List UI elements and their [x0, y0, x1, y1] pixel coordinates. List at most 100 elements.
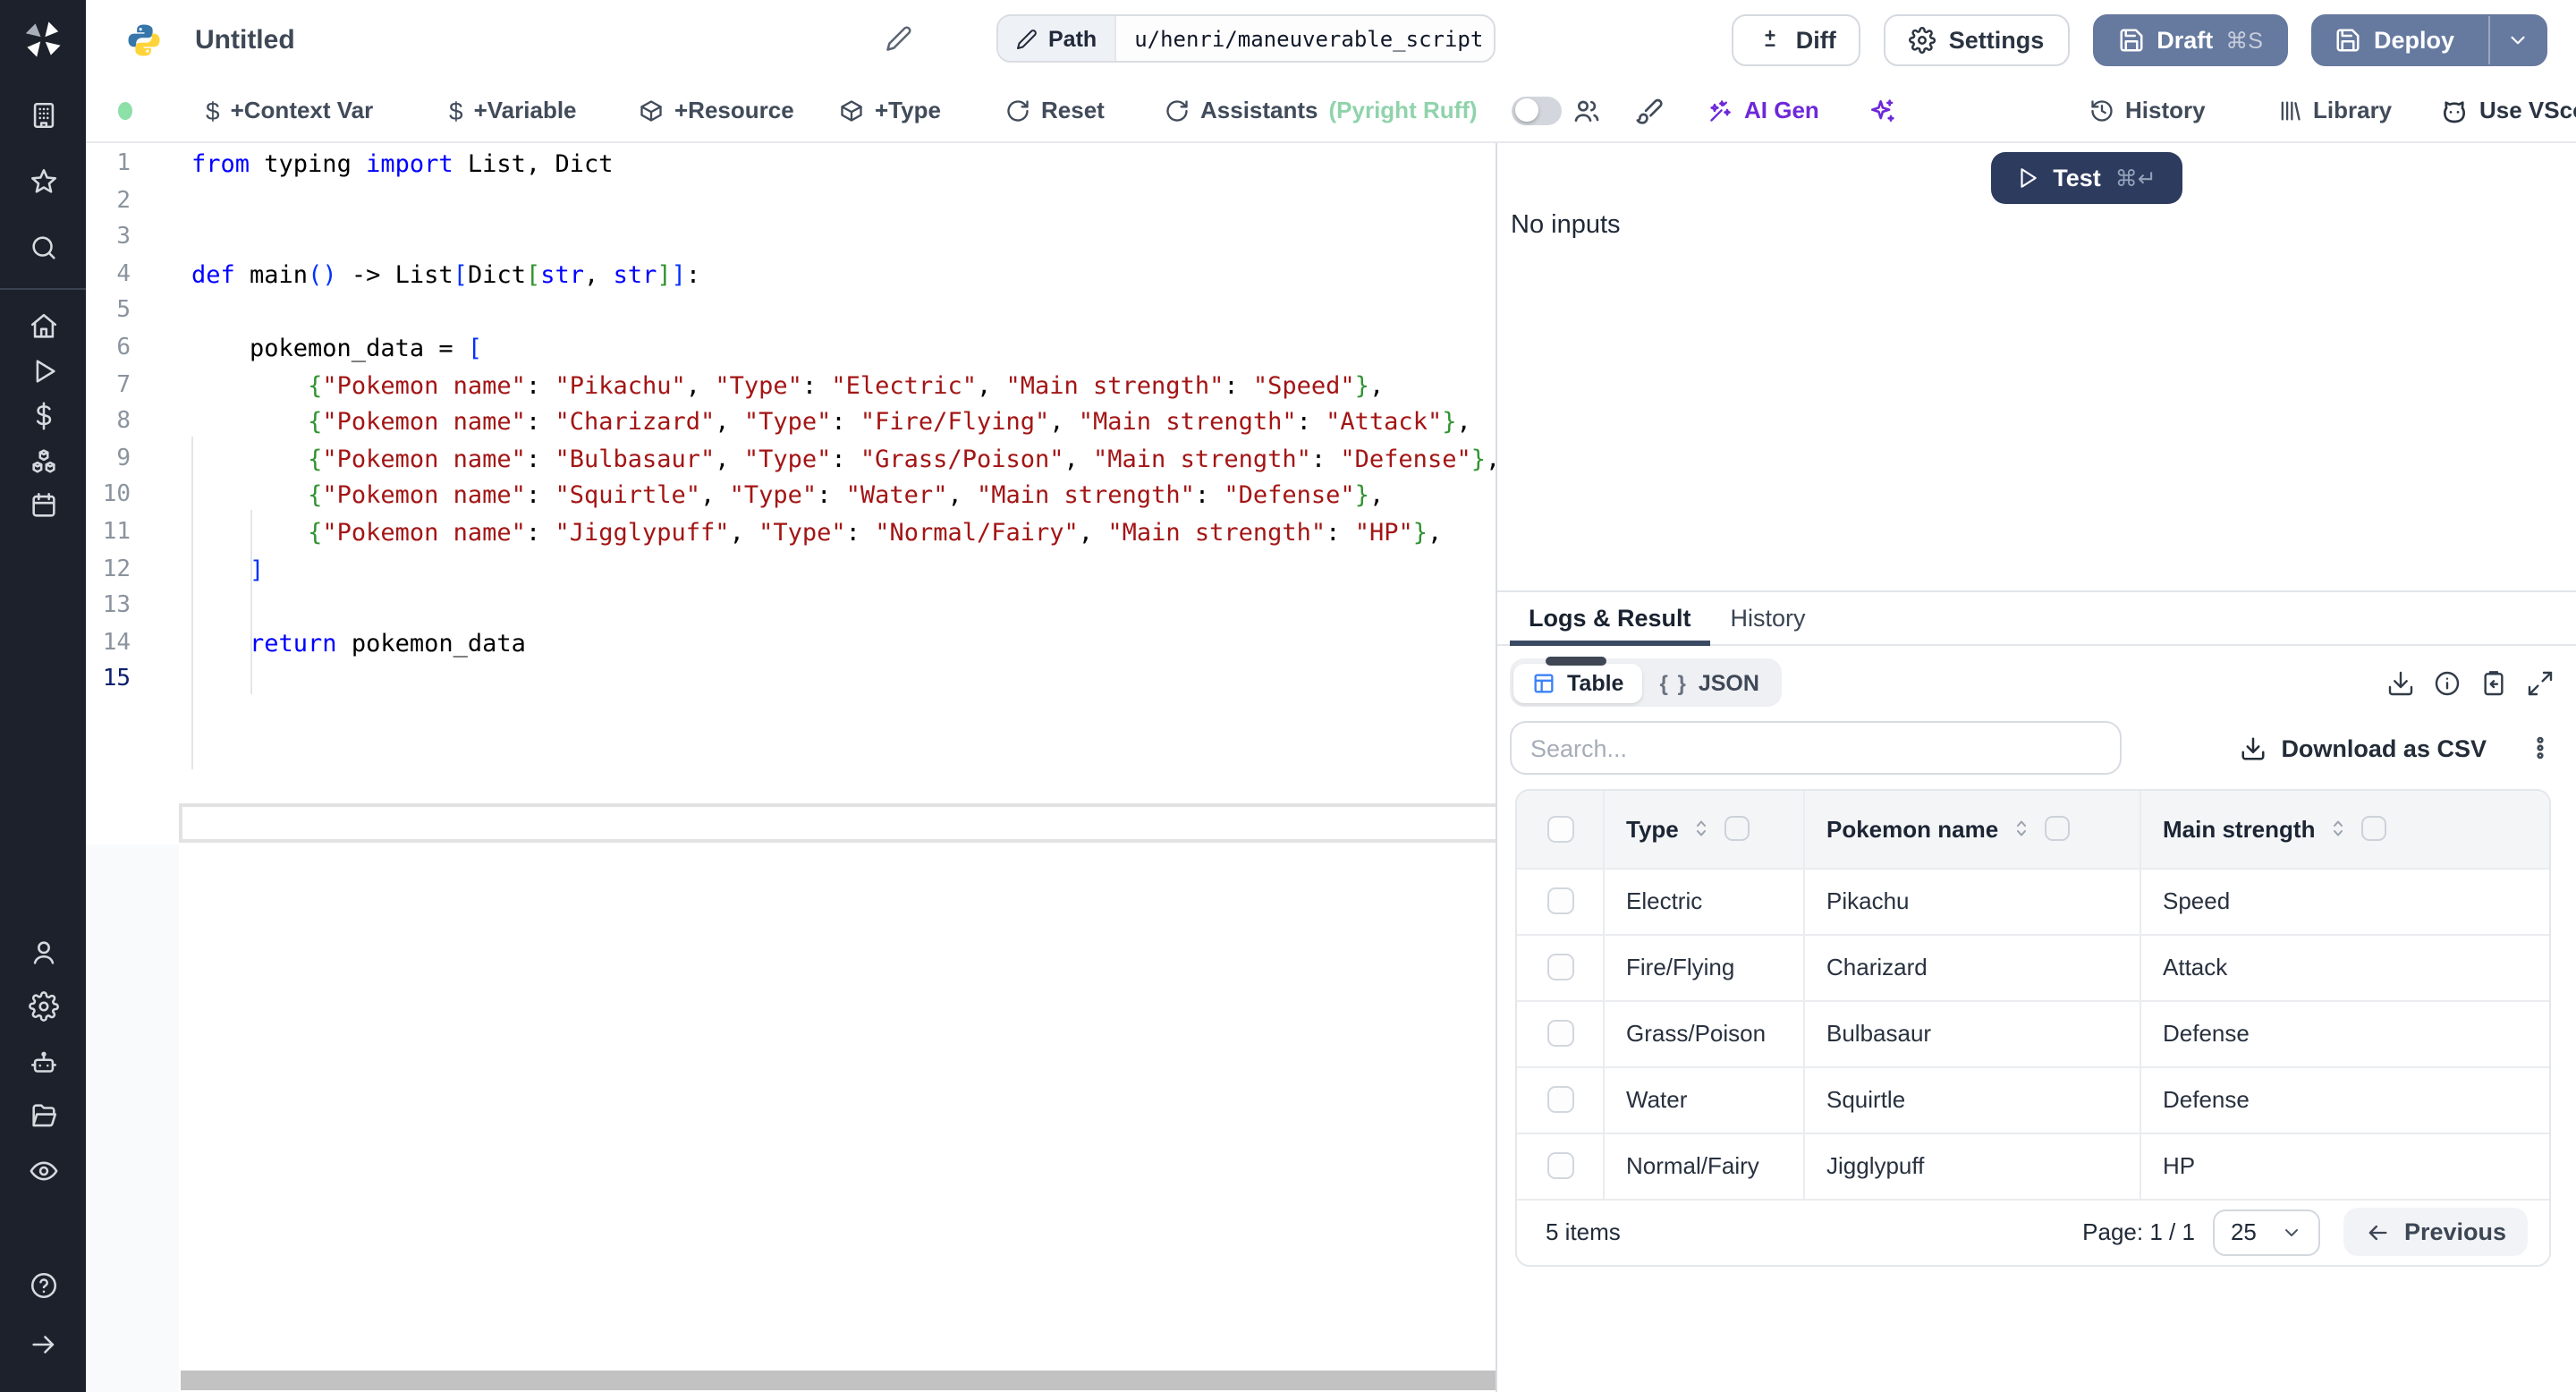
home-icon[interactable] — [0, 304, 86, 349]
diff-button[interactable]: Diff — [1731, 13, 1861, 65]
code-line[interactable]: ] — [191, 552, 1551, 589]
deploy-button[interactable]: Deploy — [2310, 13, 2547, 65]
code-lines[interactable]: from typing import List, Dict def main() … — [191, 147, 1551, 700]
draft-button[interactable]: Draft ⌘S — [2092, 13, 2288, 65]
row-checkbox[interactable] — [1546, 1020, 1573, 1047]
row-checkbox[interactable] — [1546, 954, 1573, 980]
code-line[interactable]: def main() -> List[Dict[str, str]]: — [191, 258, 1551, 294]
edit-title-pencil-icon[interactable] — [886, 25, 912, 52]
column-header[interactable]: Type — [1603, 791, 1803, 867]
sidebar — [0, 0, 86, 1392]
code-line[interactable]: {"Pokemon name": "Squirtle", "Type": "Wa… — [191, 479, 1551, 515]
add-resource-button[interactable]: +Resource — [639, 79, 794, 141]
history-button[interactable]: History — [2089, 79, 2206, 141]
runs-play-icon[interactable] — [0, 349, 86, 394]
view-json-button[interactable]: { } JSON — [1641, 663, 1776, 702]
view-table-button[interactable]: Table — [1513, 663, 1642, 702]
assistants-button[interactable]: Assistants (Pyright Ruff) — [1165, 79, 1478, 141]
code-editor[interactable]: 1 2 3 4 5 6 7 8 9 10 11 12 13 14 15 from typing import… — [86, 143, 1553, 1392]
table-row[interactable]: Water Squirtle Defense — [1517, 1065, 2549, 1132]
code-line[interactable] — [191, 183, 1551, 220]
table-cell: Defense — [2140, 1001, 2549, 1065]
format-brush-icon[interactable] — [1635, 79, 1664, 141]
search-icon[interactable] — [0, 225, 86, 270]
workers-robot-icon[interactable] — [0, 1041, 86, 1086]
table-row[interactable]: Grass/Poison Bulbasaur Defense — [1517, 999, 2549, 1065]
code-line[interactable]: {"Pokemon name": "Pikachu", "Type": "Ele… — [191, 368, 1551, 404]
deploy-dropdown-button[interactable] — [2488, 15, 2546, 64]
code-line[interactable] — [191, 220, 1551, 257]
settings-gear-icon[interactable] — [0, 984, 86, 1029]
column-filter-chip[interactable] — [2045, 816, 2071, 842]
library-button[interactable]: Library — [2277, 79, 2392, 141]
table-row[interactable]: Fire/Flying Charizard Attack — [1517, 933, 2549, 999]
test-run-button[interactable]: Test ⌘↵ — [1990, 152, 2182, 204]
collapse-arrow-right-icon[interactable] — [0, 1322, 86, 1367]
add-type-button[interactable]: +Type — [839, 79, 941, 141]
sort-icon[interactable] — [2011, 819, 2032, 840]
users-person-icon[interactable] — [0, 930, 86, 975]
code-line[interactable] — [191, 589, 1551, 625]
download-result-icon[interactable] — [2386, 668, 2415, 697]
line-number: 7 — [116, 371, 131, 399]
code-line[interactable]: {"Pokemon name": "Jigglypuff", "Type": "… — [191, 515, 1551, 552]
code-line[interactable]: {"Pokemon name": "Charizard", "Type": "F… — [191, 404, 1551, 441]
multiplayer-toggle[interactable] — [1512, 79, 1562, 141]
table-row[interactable]: Electric Pikachu Speed — [1517, 867, 2549, 933]
select-all-checkbox[interactable] — [1546, 815, 1573, 843]
code-line[interactable] — [191, 663, 1551, 700]
path-value[interactable]: u/henri/maneuverable_script — [1116, 26, 1494, 51]
add-context-var-button[interactable]: $ +Context Var — [206, 79, 373, 141]
panel-splitter-handle[interactable] — [1546, 657, 1606, 666]
schedules-calendar-icon[interactable] — [0, 483, 86, 528]
ai-gen-button[interactable]: AI Gen — [1708, 79, 1819, 141]
tab-logs-result[interactable]: Logs & Result — [1509, 592, 1711, 646]
code-line[interactable]: {"Pokemon name": "Bulbasaur", "Type": "G… — [191, 442, 1551, 479]
code-line[interactable]: from typing import List, Dict — [191, 147, 1551, 183]
workspace-building-icon[interactable] — [0, 93, 86, 138]
add-variable-button[interactable]: $ +Variable — [449, 79, 577, 141]
path-field[interactable]: Path u/henri/maneuverable_script — [996, 14, 1496, 63]
folders-icon[interactable] — [0, 1093, 86, 1138]
sparkles-icon[interactable] — [1868, 79, 1896, 141]
previous-page-button[interactable]: Previous — [2343, 1208, 2528, 1256]
download-csv-button[interactable]: Download as CSV — [2240, 734, 2487, 761]
page-size-select[interactable]: 25 — [2212, 1209, 2320, 1255]
info-icon[interactable] — [2433, 668, 2462, 697]
row-checkbox[interactable] — [1546, 1086, 1573, 1113]
sort-icon[interactable] — [2327, 819, 2349, 840]
variables-dollar-icon[interactable] — [0, 394, 86, 438]
copy-result-icon[interactable] — [2479, 668, 2508, 697]
use-vscode-button[interactable]: Use VScode — [2440, 79, 2576, 141]
table-row[interactable]: Normal/Fairy Jigglypuff HP — [1517, 1132, 2549, 1198]
script-title[interactable]: Untitled — [195, 24, 295, 55]
windmill-logo-icon[interactable] — [21, 14, 64, 64]
sort-icon[interactable] — [1691, 819, 1713, 840]
gear-icon — [1909, 26, 1936, 53]
code-line[interactable] — [191, 294, 1551, 331]
column-filter-chip[interactable] — [2361, 816, 2387, 842]
row-checkbox-cell — [1517, 1067, 1603, 1132]
reset-button[interactable]: Reset — [1005, 79, 1105, 141]
column-header[interactable]: Main strength — [2140, 791, 2549, 867]
audit-eye-icon[interactable] — [0, 1149, 86, 1193]
toggle-off[interactable] — [1512, 96, 1562, 124]
line-number: 3 — [116, 224, 131, 251]
favorites-star-icon[interactable] — [0, 159, 86, 204]
editor-horizontal-scrollbar[interactable] — [181, 1371, 1501, 1390]
table-menu-kebab-icon[interactable] — [2526, 734, 2555, 762]
column-filter-chip[interactable] — [1724, 816, 1750, 842]
settings-button[interactable]: Settings — [1884, 13, 2070, 65]
resources-boxes-icon[interactable] — [0, 438, 86, 483]
row-checkbox[interactable] — [1546, 887, 1573, 914]
code-line[interactable]: pokemon_data = [ — [191, 331, 1551, 368]
column-header[interactable]: Pokemon name — [1803, 791, 2140, 867]
code-line[interactable]: return pokemon_data — [191, 625, 1551, 662]
line-number: 5 — [116, 297, 131, 325]
help-icon[interactable] — [0, 1263, 86, 1308]
tab-history[interactable]: History — [1711, 592, 1826, 644]
multiplayer-users-icon[interactable] — [1572, 79, 1601, 141]
row-checkbox[interactable] — [1546, 1152, 1573, 1179]
expand-icon[interactable] — [2526, 668, 2555, 697]
search-input[interactable] — [1509, 721, 2121, 775]
